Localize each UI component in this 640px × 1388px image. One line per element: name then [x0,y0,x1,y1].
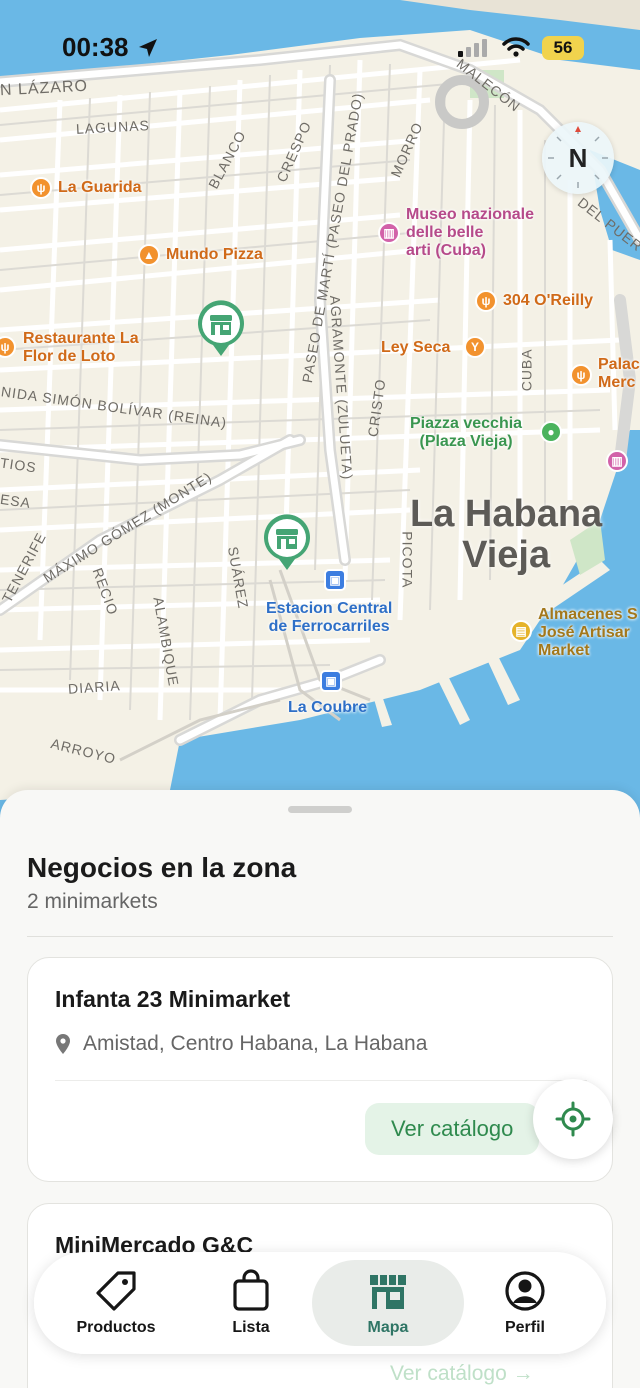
battery-indicator: 56 [542,36,584,60]
tab-productos[interactable]: Productos [54,1260,178,1346]
location-arrow-icon [138,38,157,57]
bag-icon [233,1269,269,1311]
business-address: Amistad, Centro Habana, La Habana [55,1032,427,1056]
train-station-icon[interactable]: ▣ [320,670,342,692]
store-pin-icon[interactable] [262,514,312,572]
poi-304-oreilly[interactable]: 304 O'Reilly [503,292,593,310]
poi-mundo-pizza[interactable]: Mundo Pizza [166,246,263,264]
restaurant-icon[interactable]: ψ [475,290,497,312]
poi-ley-seca[interactable]: Ley Seca [381,339,450,357]
restaurant-icon[interactable]: ψ [570,364,592,386]
compass-icon [548,126,608,188]
locate-me-button[interactable] [533,1079,613,1159]
map-pin-icon [56,1034,70,1054]
store-icon [370,1275,406,1309]
sheet-subtitle: 2 minimarkets [27,890,158,913]
store-pin-icon[interactable] [196,300,246,358]
museum-icon[interactable]: ▥ [606,450,628,472]
clock-text: 00:38 [62,32,129,62]
tab-label: Productos [76,1319,156,1336]
poi-piazza-vecchia[interactable]: Piazza vecchia (Plaza Vieja) [410,415,522,451]
tab-label: Mapa [367,1319,409,1336]
status-time: 00:38 [62,32,159,63]
tab-lista[interactable]: Lista [192,1260,310,1346]
museum-icon[interactable]: ▥ [378,222,400,244]
pizza-icon[interactable]: ▲ [138,244,160,266]
cellular-signal-icon [458,39,487,57]
poi-museo-nazionale[interactable]: Museo nazionale delle belle arti (Cuba) [406,206,534,260]
sheet-grabber[interactable] [288,806,352,813]
view-catalog-button[interactable]: Ver catálogo → [390,1362,534,1386]
park-icon[interactable]: ● [540,421,562,443]
poi-estacion-central[interactable]: Estacion Central de Ferrocarriles [266,600,392,636]
tab-perfil[interactable]: Perfil [466,1260,584,1346]
district-label: La Habana Vieja [410,493,603,577]
card-divider [55,1080,587,1081]
restaurant-icon[interactable]: ψ [30,177,52,199]
user-circle-icon [505,1271,545,1311]
street-label: CUBA [518,348,535,392]
business-address-text: Amistad, Centro Habana, La Habana [83,1032,428,1055]
tab-label: Perfil [504,1319,545,1336]
business-card[interactable]: Infanta 23 Minimarket Amistad, Centro Ha… [27,957,613,1182]
sheet-title: Negocios en la zona [27,852,297,883]
crosshair-icon [555,1101,591,1137]
compass-button[interactable]: N [542,122,614,194]
poi-restaurante-la-flor-de-loto[interactable]: Restaurante La Flor de Loto [23,330,139,366]
map-view[interactable]: N LÁZARO LAGUNAS BLANCO CRESPO MORRO MAL… [0,0,640,840]
poi-la-coubre[interactable]: La Coubre [288,699,367,717]
status-bar: 00:38 56 [0,0,640,96]
poi-palacio[interactable]: Palac Merc [598,356,640,392]
view-catalog-label: Ver catálogo [391,1116,514,1141]
tab-mapa[interactable]: Mapa [312,1260,464,1346]
tag-icon [96,1271,136,1311]
shopping-bag-icon[interactable]: ▤ [510,620,532,642]
view-catalog-button[interactable]: Ver catálogo [365,1103,540,1155]
tab-label: Lista [232,1319,270,1336]
tab-bar: Productos Lista Mapa Perfil [34,1252,606,1354]
divider [27,936,613,937]
wifi-icon [502,37,530,57]
poi-almacenes-san-jose[interactable]: Almacenes S José Artisar Market [538,606,638,660]
cocktail-icon[interactable]: Y [464,336,486,358]
poi-la-guarida[interactable]: La Guarida [58,179,142,197]
train-station-icon[interactable]: ▣ [324,569,346,591]
business-name: Infanta 23 Minimarket [55,986,291,1012]
